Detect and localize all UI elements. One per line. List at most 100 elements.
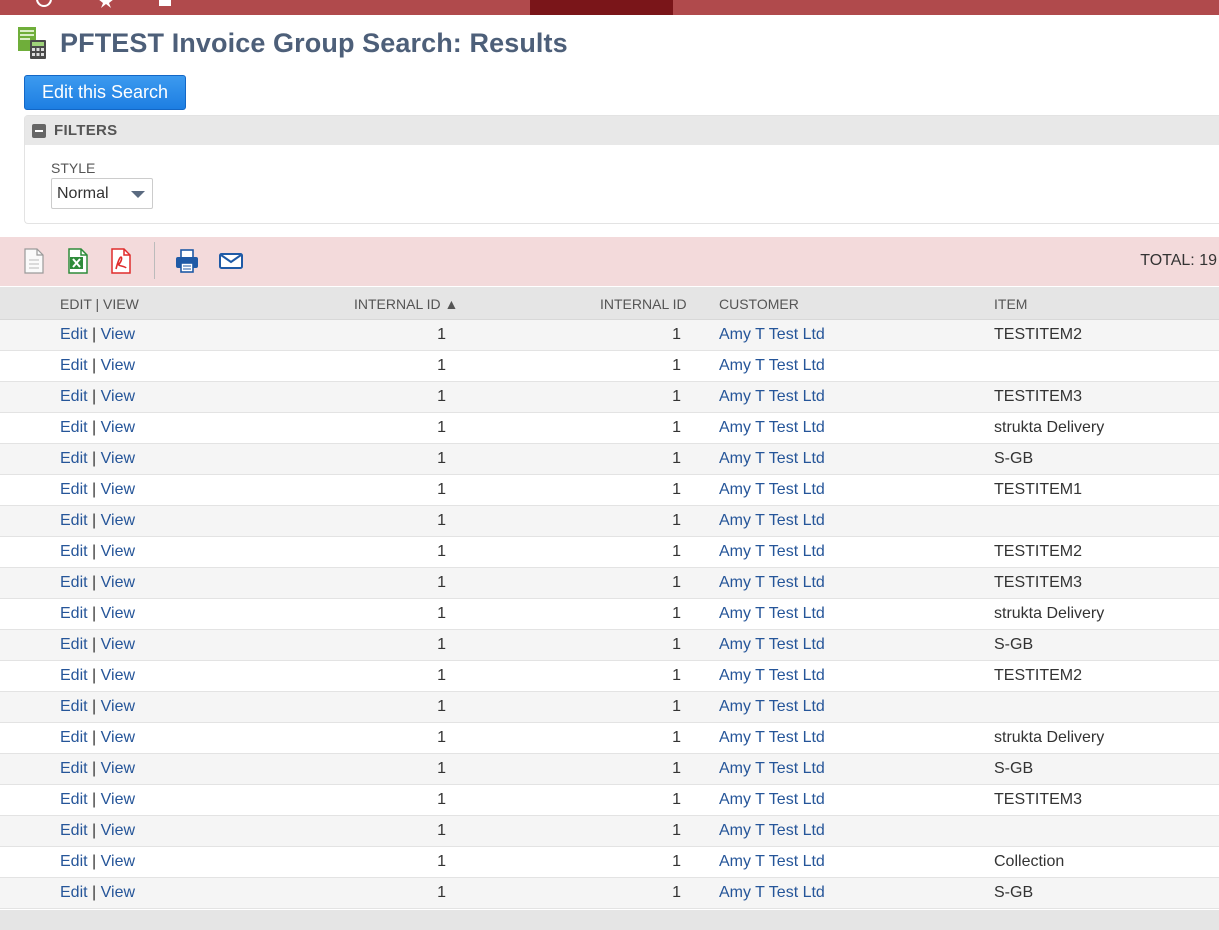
print-icon[interactable] xyxy=(174,247,200,275)
style-dropdown[interactable]: Normal xyxy=(51,178,153,209)
recent-records-icon[interactable] xyxy=(157,0,173,8)
internal-id-cell: 1 xyxy=(437,543,446,560)
customer-link[interactable]: Amy T Test Ltd xyxy=(719,326,825,344)
edit-link[interactable]: Edit xyxy=(60,605,88,622)
customer-link[interactable]: Amy T Test Ltd xyxy=(719,822,825,840)
row-actions: Edit | View xyxy=(60,574,135,592)
link-separator: | xyxy=(87,450,101,467)
customer-link[interactable]: Amy T Test Ltd xyxy=(719,574,825,592)
edit-link[interactable]: Edit xyxy=(60,667,88,684)
table-row: Edit | View 1 1 Amy T Test Ltd xyxy=(0,692,1219,723)
edit-search-button[interactable]: Edit this Search xyxy=(24,75,186,110)
table-row: Edit | View 1 1 Amy T Test Ltd TESTITEM1 xyxy=(0,475,1219,506)
view-link[interactable]: View xyxy=(101,574,135,591)
edit-link[interactable]: Edit xyxy=(60,419,88,436)
help-icon[interactable] xyxy=(36,0,52,8)
row-actions: Edit | View xyxy=(60,853,135,871)
row-actions: Edit | View xyxy=(60,326,135,344)
view-link[interactable]: View xyxy=(101,729,135,746)
view-link[interactable]: View xyxy=(101,326,135,343)
customer-link[interactable]: Amy T Test Ltd xyxy=(719,853,825,871)
customer-link[interactable]: Amy T Test Ltd xyxy=(719,450,825,468)
table-row: Edit | View 1 1 Amy T Test Ltd xyxy=(0,816,1219,847)
edit-link[interactable]: Edit xyxy=(60,884,88,901)
edit-link[interactable]: Edit xyxy=(60,698,88,715)
view-link[interactable]: View xyxy=(101,388,135,405)
view-link[interactable]: View xyxy=(101,822,135,839)
collapse-icon[interactable] xyxy=(32,123,46,138)
edit-link[interactable]: Edit xyxy=(60,543,88,560)
customer-link[interactable]: Amy T Test Ltd xyxy=(719,667,825,685)
internal-id-cell-2: 1 xyxy=(672,822,681,839)
edit-link[interactable]: Edit xyxy=(60,481,88,498)
table-row: Edit | View 1 1 Amy T Test Ltd xyxy=(0,506,1219,537)
email-icon[interactable] xyxy=(218,247,244,275)
view-link[interactable]: View xyxy=(101,791,135,808)
edit-link[interactable]: Edit xyxy=(60,822,88,839)
row-actions: Edit | View xyxy=(60,419,135,437)
filters-panel: FILTERS STYLE Normal xyxy=(24,115,1219,224)
customer-link[interactable]: Amy T Test Ltd xyxy=(719,698,825,716)
customer-link[interactable]: Amy T Test Ltd xyxy=(719,388,825,406)
edit-link[interactable]: Edit xyxy=(60,512,88,529)
view-link[interactable]: View xyxy=(101,450,135,467)
edit-link[interactable]: Edit xyxy=(60,729,88,746)
view-link[interactable]: View xyxy=(101,419,135,436)
customer-link[interactable]: Amy T Test Ltd xyxy=(719,884,825,902)
item-cell: strukta Delivery xyxy=(994,729,1105,746)
edit-link[interactable]: Edit xyxy=(60,636,88,653)
customer-link[interactable]: Amy T Test Ltd xyxy=(719,605,825,623)
view-link[interactable]: View xyxy=(101,667,135,684)
filters-header[interactable]: FILTERS xyxy=(25,116,1219,145)
internal-id-cell-2: 1 xyxy=(672,853,681,870)
view-link[interactable]: View xyxy=(101,636,135,653)
row-actions: Edit | View xyxy=(60,822,135,840)
customer-link[interactable]: Amy T Test Ltd xyxy=(719,636,825,654)
internal-id-cell-2: 1 xyxy=(672,419,681,436)
internal-id-cell-2: 1 xyxy=(672,698,681,715)
item-cell: S-GB xyxy=(994,760,1034,777)
edit-link[interactable]: Edit xyxy=(60,388,88,405)
column-header-internal-id[interactable]: INTERNAL ID xyxy=(600,296,687,312)
edit-link[interactable]: Edit xyxy=(60,450,88,467)
customer-link[interactable]: Amy T Test Ltd xyxy=(719,512,825,530)
pdf-export-icon[interactable] xyxy=(108,247,134,275)
internal-id-cell-2: 1 xyxy=(672,605,681,622)
customer-link[interactable]: Amy T Test Ltd xyxy=(719,729,825,747)
view-link[interactable]: View xyxy=(101,512,135,529)
customer-link[interactable]: Amy T Test Ltd xyxy=(719,357,825,375)
view-link[interactable]: View xyxy=(101,698,135,715)
edit-link[interactable]: Edit xyxy=(60,326,88,343)
edit-link[interactable]: Edit xyxy=(60,357,88,374)
star-icon[interactable] xyxy=(98,0,114,8)
nav-tab-active[interactable] xyxy=(530,0,673,15)
view-link[interactable]: View xyxy=(101,357,135,374)
view-link[interactable]: View xyxy=(101,760,135,777)
internal-id-cell-2: 1 xyxy=(672,543,681,560)
customer-link[interactable]: Amy T Test Ltd xyxy=(719,419,825,437)
internal-id-cell-2: 1 xyxy=(672,884,681,901)
view-link[interactable]: View xyxy=(101,884,135,901)
view-link[interactable]: View xyxy=(101,543,135,560)
table-row: Edit | View 1 1 Amy T Test Ltd TESTITEM2 xyxy=(0,661,1219,692)
table-row: Edit | View 1 1 Amy T Test Ltd TESTITEM3 xyxy=(0,785,1219,816)
link-separator: | xyxy=(87,760,101,777)
item-cell: S-GB xyxy=(994,450,1034,467)
column-header-customer[interactable]: CUSTOMER xyxy=(719,296,799,312)
customer-link[interactable]: Amy T Test Ltd xyxy=(719,760,825,778)
edit-link[interactable]: Edit xyxy=(60,791,88,808)
view-link[interactable]: View xyxy=(101,481,135,498)
edit-link[interactable]: Edit xyxy=(60,853,88,870)
edit-link[interactable]: Edit xyxy=(60,574,88,591)
view-link[interactable]: View xyxy=(101,605,135,622)
customer-link[interactable]: Amy T Test Ltd xyxy=(719,543,825,561)
excel-export-icon[interactable] xyxy=(65,247,91,275)
column-header-internal-id-sorted[interactable]: INTERNAL ID ▲ xyxy=(354,296,458,312)
row-actions: Edit | View xyxy=(60,636,135,654)
csv-export-icon[interactable] xyxy=(21,247,47,275)
column-header-item[interactable]: ITEM xyxy=(994,296,1027,312)
view-link[interactable]: View xyxy=(101,853,135,870)
edit-link[interactable]: Edit xyxy=(60,760,88,777)
customer-link[interactable]: Amy T Test Ltd xyxy=(719,791,825,809)
customer-link[interactable]: Amy T Test Ltd xyxy=(719,481,825,499)
